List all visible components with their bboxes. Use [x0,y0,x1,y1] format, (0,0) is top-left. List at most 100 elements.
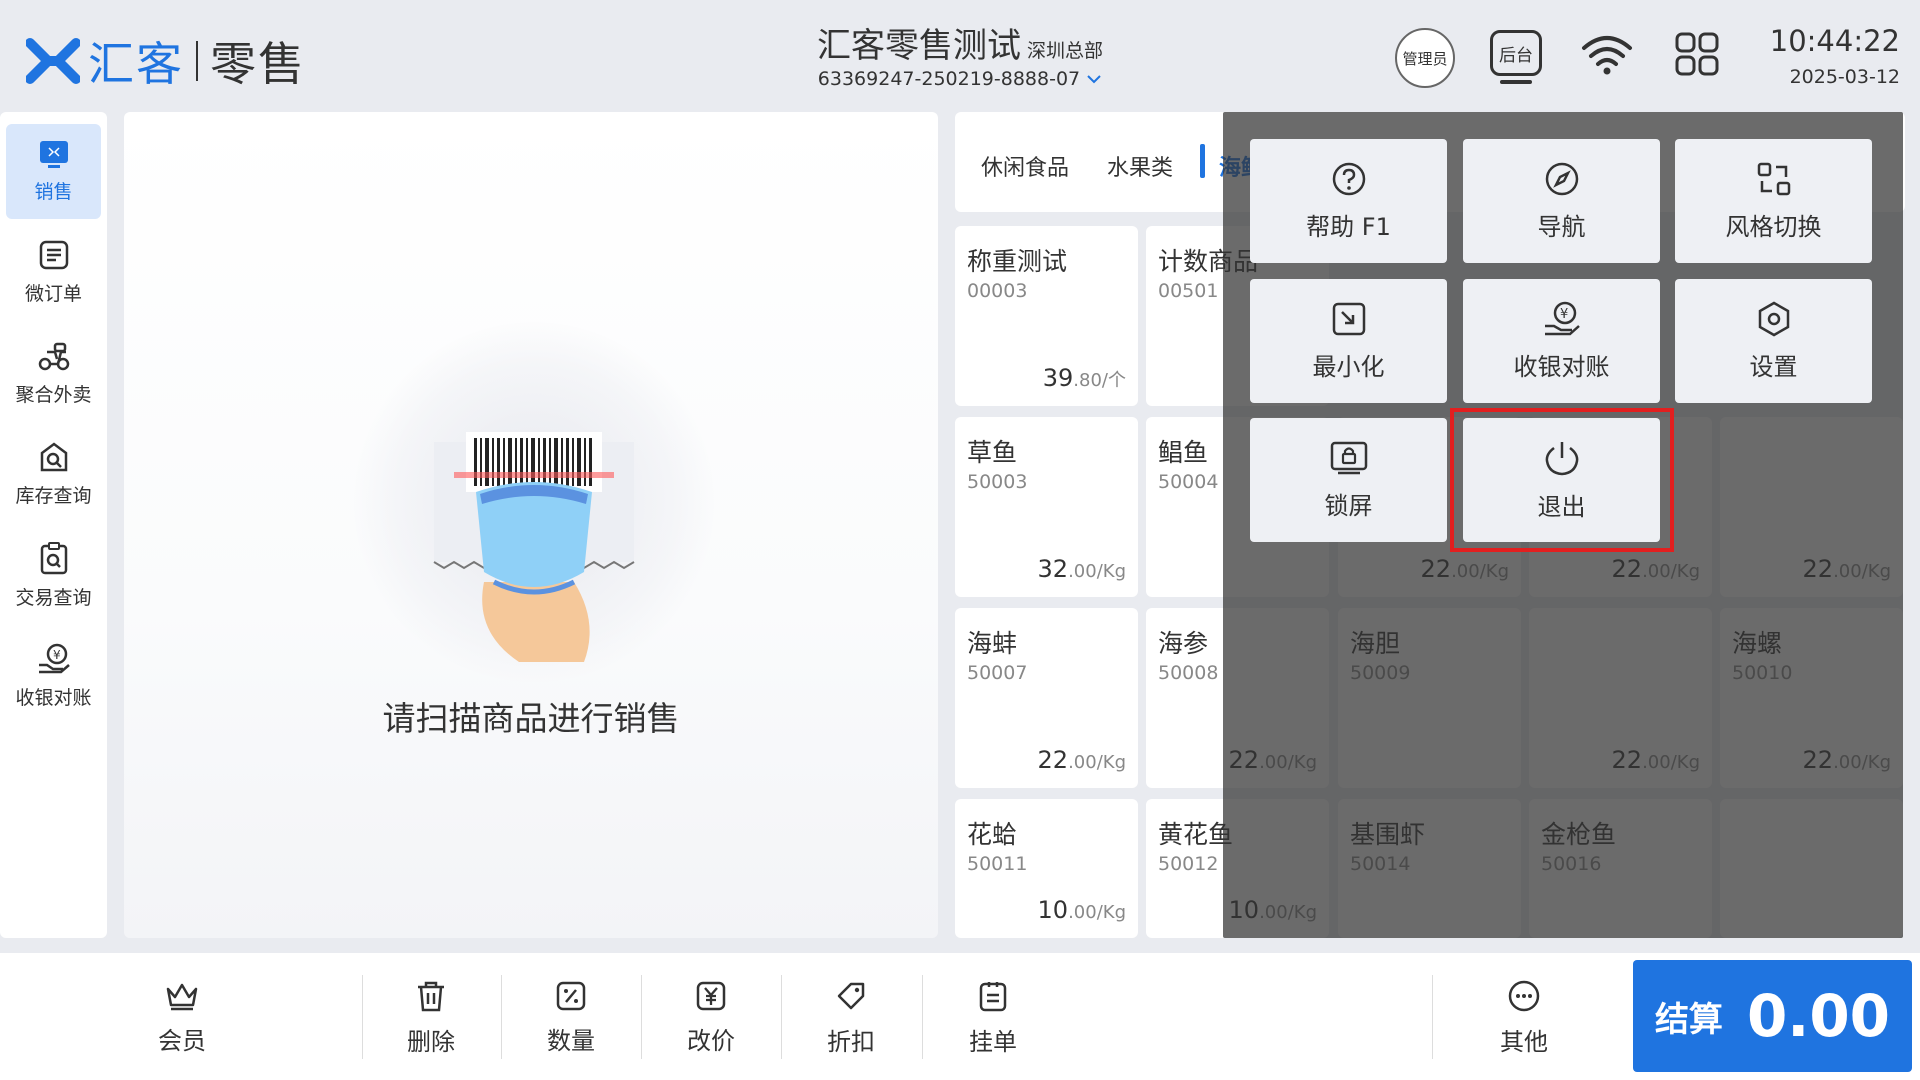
sidebar-item-sale[interactable]: 销售 [6,124,101,219]
sidebar-item-label: 收银对账 [15,687,92,709]
minimize-icon [1332,302,1365,335]
hold-order-button[interactable]: 挂单 [933,973,1053,1063]
clock-date: 2025-03-12 [1789,66,1900,88]
other-button[interactable]: 其他 [1464,973,1584,1063]
product-code: 50008 [1158,662,1219,684]
order-icon [39,240,68,270]
price-unit: /Kg [1096,902,1126,923]
product-code: 50012 [1158,853,1219,875]
product-card[interactable]: 草鱼 50003 32.00/Kg [955,417,1138,597]
category-tab[interactable]: 休闲食品 [981,150,1069,182]
delivery-icon [38,342,69,371]
clock: 10:44:22 2025-03-12 [1760,24,1900,88]
minimize-button[interactable]: 最小化 [1250,279,1447,403]
backend-monitor-base [1500,80,1532,84]
backend-label: 后台 [1499,45,1533,66]
header: 汇客 零售 汇客零售测试 深圳总部 63369247-250219-8888-07… [0,0,1920,110]
settings-button[interactable]: 设置 [1675,279,1872,403]
trash-icon [418,981,444,1011]
scan-panel: 请扫描商品进行销售 [124,112,938,938]
sidebar-item-label: 销售 [34,181,73,203]
product-name: 海参 [1158,629,1209,658]
svg-text:¥: ¥ [1560,307,1568,322]
discount-button[interactable]: 折扣 [791,973,911,1063]
more-icon [1508,980,1540,1011]
quantity-button[interactable]: 数量 [511,973,631,1063]
store-branch: 深圳总部 [1026,40,1103,62]
category-tab[interactable]: 水果类 [1107,150,1173,182]
sidebar-item-label: 聚合外卖 [15,384,92,406]
product-price: 32.00/Kg [1038,555,1126,583]
product-code: 50003 [967,471,1028,493]
crown-icon [166,983,198,1010]
product-price: 39.80/个 [1043,364,1126,392]
style-switch-button[interactable]: 风格切换 [1675,139,1872,263]
sidebar-item-inventory[interactable]: 库存查询 [6,427,101,522]
scan-prompt: 请扫描商品进行销售 [382,699,680,738]
product-name: 黄花鱼 [1158,820,1234,849]
sidebar-item-transactions[interactable]: 交易查询 [6,528,101,623]
menu-label: 设置 [1749,352,1798,381]
clipboard-icon [979,981,1007,1011]
product-code: 50011 [967,853,1028,875]
action-divider [362,975,363,1059]
action-label: 会员 [158,1026,206,1055]
app-grid-icon[interactable] [1675,32,1719,76]
sidebar-item-delivery[interactable]: 聚合外卖 [6,326,101,421]
price-unit: /个 [1101,370,1126,391]
product-price: 10.00/Kg [1038,896,1126,924]
svg-text:¥: ¥ [53,648,61,662]
product-code: 50004 [1158,471,1219,493]
menu-label: 最小化 [1312,352,1385,381]
checkout-label: 结算 [1654,999,1723,1040]
transaction-icon [40,542,67,575]
active-category-marker [1200,144,1205,178]
action-label: 折扣 [827,1027,875,1056]
exit-highlight-box [1450,408,1674,552]
menu-label: 收银对账 [1513,352,1610,381]
product-name: 花蛤 [967,820,1018,849]
product-code: 00501 [1158,280,1219,302]
menu-label: 导航 [1537,212,1586,241]
wifi-icon[interactable] [1580,32,1634,76]
price-integer: 32 [1037,555,1069,583]
sidebar-item-label: 库存查询 [15,485,92,507]
price-integer: 22 [1037,746,1069,774]
help-button[interactable]: 帮助 F1 [1250,139,1447,263]
chevron-down-icon [1087,75,1101,84]
menu-label: 帮助 F1 [1306,212,1391,241]
product-card[interactable]: 称重测试 00003 39.80/个 [955,226,1138,406]
action-label: 挂单 [969,1027,1017,1056]
sidebar: 销售 微订单 聚合外卖 库存查询 交易查询 ¥ 收银对账 [0,112,107,938]
barcode-scanner-illustration-icon [433,432,635,662]
price-integer: 10 [1037,896,1069,924]
product-card[interactable]: 花蛤 50011 10.00/Kg [955,799,1138,938]
sidebar-item-micro-order[interactable]: 微订单 [6,225,101,320]
admin-label: 管理员 [1402,49,1448,68]
percent-icon [556,981,586,1010]
action-divider [922,975,923,1059]
member-button[interactable]: 会员 [122,973,242,1063]
store-id: 63369247-250219-8888-07 [817,68,1081,90]
admin-avatar-button[interactable]: 管理员 [1395,28,1455,88]
delete-button[interactable]: 删除 [371,973,491,1063]
navigation-button[interactable]: 导航 [1463,139,1660,263]
backend-button[interactable]: 后台 [1490,30,1542,76]
reconcile-button[interactable]: ¥ 收银对账 [1463,279,1660,403]
action-label: 其他 [1500,1027,1548,1056]
product-code: 50007 [967,662,1028,684]
action-divider [1432,975,1433,1059]
product-name: 草鱼 [967,438,1018,467]
action-label: 改价 [687,1026,735,1055]
action-label: 数量 [547,1026,595,1055]
change-price-button[interactable]: 改价 [651,973,771,1063]
product-card[interactable]: 海蚌 50007 22.00/Kg [955,608,1138,788]
product-name: 称重测试 [967,247,1068,276]
price-decimal: .80 [1073,370,1102,391]
tag-icon [837,982,865,1009]
sidebar-item-reconcile[interactable]: ¥ 收银对账 [6,629,101,724]
compass-icon [1545,162,1578,195]
sidebar-item-label: 交易查询 [15,587,92,609]
checkout-button[interactable]: 结算 0.00 [1633,960,1912,1072]
lock-screen-button[interactable]: 锁屏 [1250,418,1447,542]
